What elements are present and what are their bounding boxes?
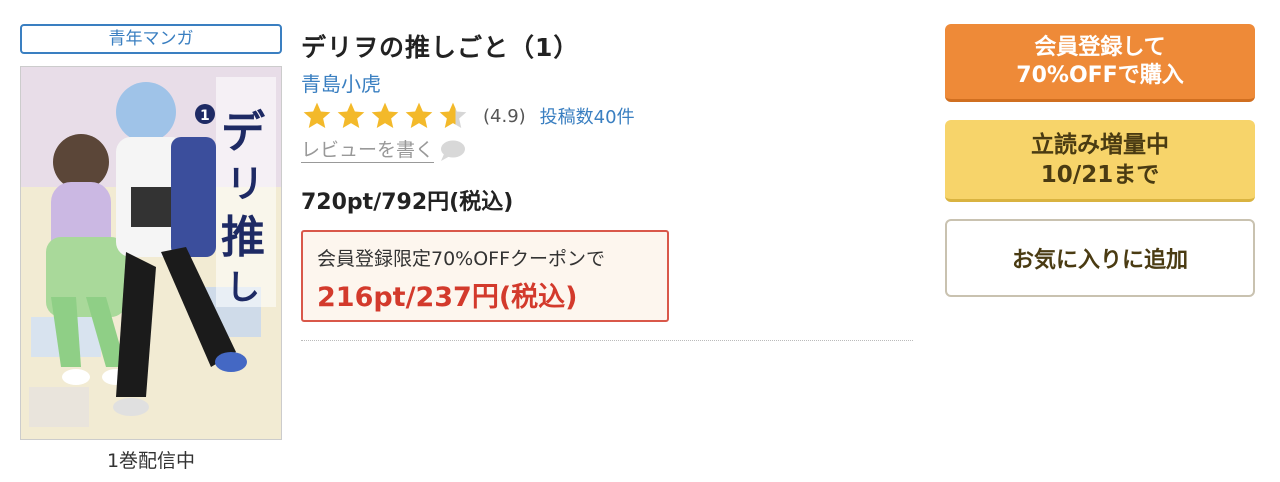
regular-price: 720pt/792円(税込) bbox=[301, 190, 514, 215]
write-review-link[interactable]: レビューを書く bbox=[301, 138, 466, 163]
svg-text:リ: リ bbox=[226, 162, 264, 206]
buy-button-line1: 会員登録して bbox=[1034, 34, 1166, 60]
coupon-box: 会員登録限定70%OFFクーポンで 216pt/237円(税込) bbox=[301, 230, 669, 322]
half-star-icon bbox=[439, 102, 467, 128]
genre-tag[interactable]: 青年マンガ bbox=[20, 24, 282, 54]
author-link[interactable]: 青島小虎 bbox=[301, 68, 381, 97]
speech-bubble-icon bbox=[441, 140, 466, 161]
preview-button-line2: 10/21まで bbox=[1040, 161, 1160, 188]
svg-text:し: し bbox=[226, 268, 260, 308]
svg-text:推: 推 bbox=[221, 212, 265, 263]
book-cover-image[interactable]: デ リ 推 し 1 bbox=[20, 66, 282, 440]
cover-illustration: デ リ 推 し 1 bbox=[21, 67, 281, 439]
review-count-link[interactable]: 投稿数40件 bbox=[540, 103, 635, 129]
write-review-label: レビューを書く bbox=[301, 139, 435, 163]
volumes-available: 1巻配信中 bbox=[106, 450, 196, 472]
book-title: デリヲの推しごと（1） bbox=[301, 33, 580, 62]
star-icon bbox=[371, 102, 399, 128]
divider bbox=[301, 340, 913, 341]
favorites-button-label: お気に入りに追加 bbox=[1011, 248, 1188, 273]
register-and-buy-button[interactable]: 会員登録して 70%OFFで購入 bbox=[945, 24, 1255, 102]
star-icon bbox=[303, 102, 331, 128]
rating-row: (4.9) 投稿数40件 bbox=[301, 100, 635, 132]
star-rating bbox=[301, 100, 469, 132]
svg-text:1: 1 bbox=[200, 108, 210, 124]
buy-button-line2: 70%OFFで購入 bbox=[1016, 62, 1184, 88]
rating-value: (4.9) bbox=[483, 105, 526, 127]
star-icon bbox=[405, 102, 433, 128]
coupon-price: 216pt/237円(税込) bbox=[317, 282, 578, 313]
star-icon bbox=[337, 102, 365, 128]
preview-button[interactable]: 立読み増量中 10/21まで bbox=[945, 120, 1255, 202]
coupon-label: 会員登録限定70%OFFクーポンで bbox=[317, 248, 606, 270]
add-to-favorites-button[interactable]: お気に入りに追加 bbox=[945, 219, 1255, 297]
preview-button-line1: 立読み増量中 bbox=[1031, 131, 1169, 158]
svg-text:デ: デ bbox=[221, 107, 266, 158]
